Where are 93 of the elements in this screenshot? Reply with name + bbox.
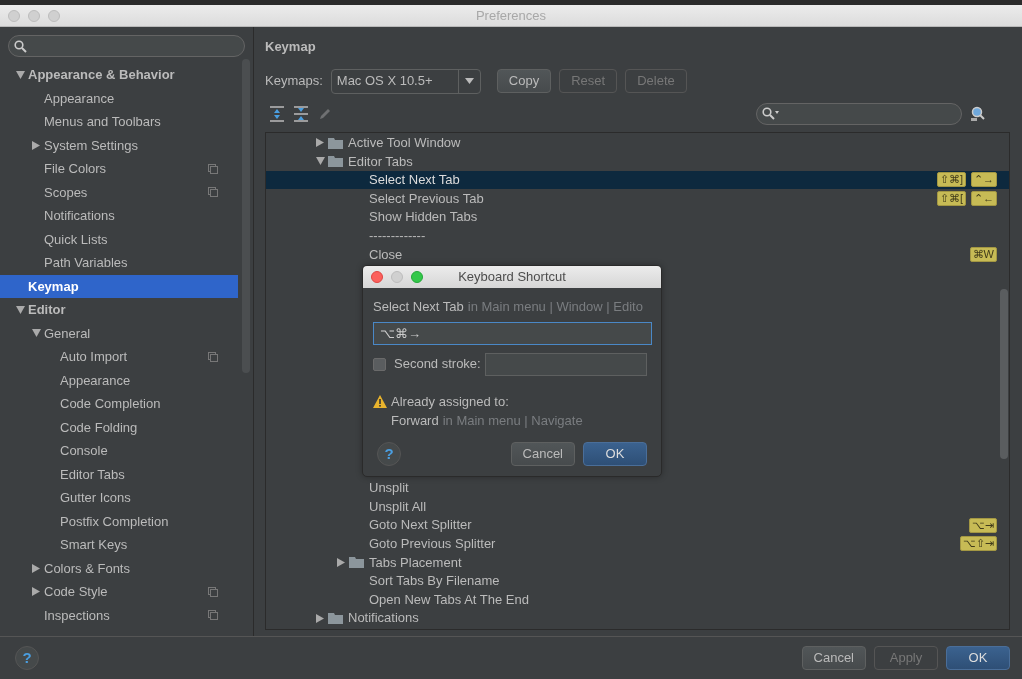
tree-row[interactable]: Select Previous Tab ⇧⌘[ ⌃← [266, 189, 1009, 208]
footer-button[interactable]: OK [946, 646, 1010, 670]
sidebar-item[interactable]: Smart Keys [0, 533, 238, 557]
sidebar-item[interactable]: Notifications [0, 204, 238, 228]
footer-button[interactable]: Cancel [801, 646, 866, 670]
search-field[interactable] [8, 35, 245, 57]
sidebar-item[interactable]: Code Style [0, 580, 238, 604]
tree-row[interactable]: ------------- [266, 226, 1009, 246]
sidebar-item[interactable]: Editor Tabs [0, 462, 238, 486]
shortcut-badge: ⌘W [969, 246, 997, 262]
find-shortcut-icon[interactable] [970, 105, 986, 122]
expand-all-icon[interactable] [269, 105, 285, 122]
caret-down-icon[interactable] [315, 157, 325, 166]
tree-row[interactable]: Tabs Placement [266, 553, 1009, 572]
sidebar-item[interactable]: Appearance [0, 86, 238, 110]
caret-right-icon[interactable] [32, 563, 40, 573]
tree-row[interactable]: Unsplit All [266, 497, 1009, 516]
caret-right-icon[interactable] [337, 557, 345, 567]
search-field[interactable] [756, 102, 962, 125]
search-icon [762, 107, 780, 120]
sidebar-item[interactable]: Appearance & Behavior [0, 63, 238, 87]
shortcut-badge: ⌥⇧⇥ [960, 536, 997, 552]
warning-text: Already assigned to: [391, 392, 509, 411]
sidebar-item[interactable]: File Colors [0, 157, 238, 181]
warning-icon [373, 394, 387, 408]
sidebar-item[interactable]: Gutter Icons [0, 486, 238, 510]
caret-right-icon[interactable] [316, 613, 324, 623]
sidebar-item[interactable]: Code Completion [0, 392, 238, 416]
sidebar-item[interactable]: Console [0, 439, 238, 463]
collapse-all-icon[interactable] [293, 105, 309, 122]
caret-down-icon[interactable] [15, 305, 25, 314]
help-icon[interactable]: ? [15, 646, 39, 670]
tree-row[interactable]: Show Hidden Tabs [266, 207, 1009, 227]
caret-right-icon[interactable] [32, 140, 40, 150]
shortcut-badge: ⌃← [971, 191, 997, 207]
tree-row[interactable]: Unsplit [266, 478, 1009, 498]
shortcut-field[interactable]: ⌥⌘→ [373, 321, 652, 345]
dialog-title: Keyboard Shortcut [458, 268, 566, 287]
sidebar-item[interactable]: Quick Lists [0, 227, 238, 251]
shortcut-badge: ⌥⇥ [969, 517, 997, 533]
conflict-path: in Main menu | Navigate [442, 412, 583, 430]
sidebar-item[interactable]: System Settings [0, 133, 238, 157]
conflict-action: Forward [391, 412, 439, 430]
action-path: in Main menu | Window | Edito [467, 298, 643, 316]
scrollbar[interactable] [1000, 288, 1008, 459]
tree-row[interactable]: Select Next Tab ⇧⌘] ⌃→ [266, 170, 1009, 190]
sidebar-item[interactable]: Postfix Completion [0, 509, 238, 533]
sidebar-item[interactable]: Keymap [0, 274, 238, 298]
shortcut-badge: ⌃→ [971, 172, 997, 188]
keymaps-label: Keymaps: [265, 72, 323, 91]
tree-row[interactable]: Editor Tabs [266, 152, 1009, 171]
page-title: Keymap [265, 38, 317, 56]
keymap-button[interactable]: Copy [496, 69, 552, 93]
zoom-button[interactable] [411, 271, 423, 283]
folder-icon [328, 155, 343, 168]
sidebar-item[interactable]: General [0, 321, 238, 345]
keymap-dropdown[interactable]: Mac OS X 10.5+ [330, 68, 481, 94]
sidebar-item[interactable]: Colors & Fonts [0, 556, 238, 580]
sidebar-item[interactable]: Inspections [0, 603, 238, 627]
action-name: Select Next Tab [373, 298, 464, 316]
shortcut-badge: ⇧⌘[ [936, 191, 966, 207]
sidebar-item[interactable]: Auto Import [0, 345, 238, 369]
sidebar-item[interactable]: Code Folding [0, 415, 238, 439]
sidebar-item[interactable]: Menus and Toolbars [0, 110, 238, 134]
folder-icon [328, 612, 343, 625]
tree-row[interactable]: Notifications [266, 608, 1009, 628]
tree-row[interactable]: Open New Tabs At The End [266, 590, 1009, 609]
tree-row[interactable]: Goto Next Splitter ⌥⇥ [266, 515, 1009, 535]
window-title: Preferences [475, 6, 547, 25]
caret-down-icon[interactable] [31, 329, 41, 338]
sidebar-item[interactable]: Editor [0, 298, 238, 322]
close-button[interactable] [371, 271, 383, 283]
tree-row[interactable]: Sort Tabs By Filename [266, 571, 1009, 591]
folder-icon [328, 136, 343, 149]
sidebar-item[interactable]: Appearance [0, 368, 238, 392]
folder-icon [349, 556, 364, 569]
shortcut-badge: ⇧⌘] [936, 172, 966, 188]
search-icon [14, 39, 27, 53]
tree-row[interactable]: Goto Previous Splitter ⌥⇧⇥ [266, 534, 1009, 554]
ok-button[interactable]: OK [583, 442, 647, 466]
caret-down-icon[interactable] [15, 70, 25, 79]
tree-row[interactable]: Close ⌘W [266, 245, 1009, 264]
caret-right-icon[interactable] [316, 138, 324, 148]
sidebar-item[interactable]: Scopes [0, 180, 238, 204]
help-icon[interactable]: ? [377, 442, 401, 466]
checkbox[interactable] [373, 357, 386, 371]
sidebar-item[interactable]: Path Variables [0, 251, 238, 275]
caret-right-icon[interactable] [32, 587, 40, 597]
cancel-button[interactable]: Cancel [510, 442, 575, 466]
second-stroke-field[interactable] [484, 352, 647, 376]
tree-row[interactable]: Active Tool Window [266, 133, 1009, 153]
second-stroke-label: Second stroke: [394, 355, 481, 374]
caret-down-icon [464, 78, 474, 84]
